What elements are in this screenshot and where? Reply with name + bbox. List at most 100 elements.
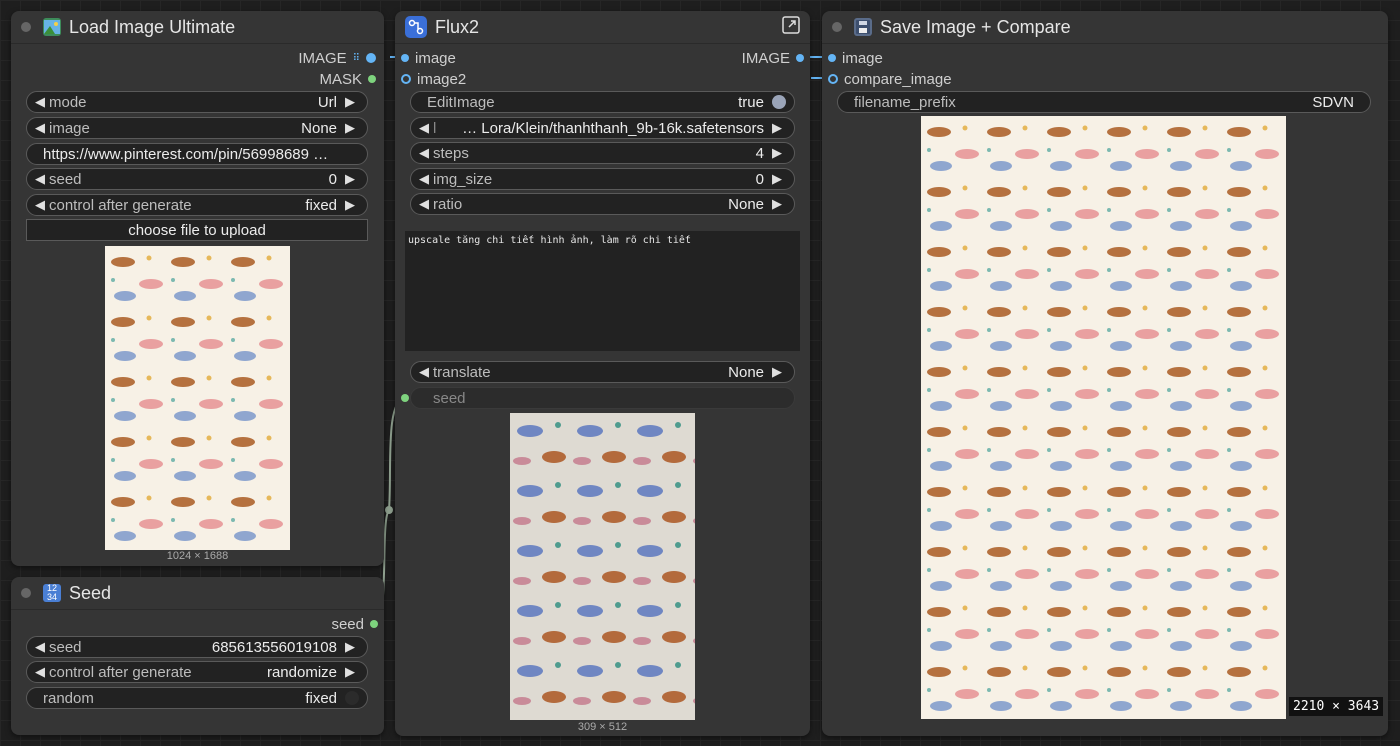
workflow-icon [405,16,427,38]
widget-value: None [728,195,764,213]
right-arrow-icon[interactable]: ▶ [345,197,359,213]
left-arrow-icon[interactable]: ◀ [35,639,49,655]
input-compare-image[interactable]: compare_image [828,69,952,89]
right-arrow-icon[interactable]: ▶ [772,171,786,187]
upload-button[interactable]: choose file to upload [26,219,368,241]
left-arrow-icon[interactable]: ◀ [419,196,433,212]
output-socket[interactable] [368,75,376,83]
node-title-text: Save Image + Compare [880,16,1071,37]
widget-label: mode [49,93,87,111]
left-arrow-icon[interactable]: ◀ [35,120,49,136]
left-arrow-icon[interactable]: ◀ [419,145,433,161]
input-socket[interactable] [401,74,411,84]
preview-caption: 1024 × 1688 [166,550,229,562]
collapse-dot[interactable] [21,588,31,598]
output-socket[interactable] [366,53,376,63]
input-image[interactable]: image [828,48,883,68]
widget-label: seed [433,389,466,407]
load-image-node-title[interactable]: Load Image Ultimate [11,11,384,44]
translate-combo[interactable]: ◀ translate None ▶ [410,361,795,383]
prompt-textarea[interactable]: upscale tăng chi tiết hình ảnh, làm rõ c… [405,231,800,351]
right-arrow-icon[interactable]: ▶ [345,664,359,680]
control-after-generate-combo[interactable]: ◀ control after generate fixed ▶ [26,194,368,216]
widget-label: ratio [433,195,463,213]
widget-value: 685613556019108 [211,638,337,656]
widget-value: 0 [328,170,337,188]
grid-icon: ⠿ [352,52,360,64]
output-label: seed [331,615,364,633]
prompt-text: upscale tăng chi tiết hình ảnh, làm rõ c… [408,235,691,246]
left-arrow-icon[interactable]: ◀ [419,364,433,380]
node-title-text: Seed [69,582,112,603]
output-image-preview [510,413,695,720]
save-node-title[interactable]: Save Image + Compare [822,11,1388,44]
image-size-label: 2210 × 3643 [1289,697,1384,716]
compare-image-preview[interactable] [921,116,1286,719]
seed-input-socket[interactable] [401,394,409,402]
output-mask[interactable]: MASK [319,69,376,89]
left-arrow-icon[interactable]: ◀ [35,171,49,187]
input-socket[interactable] [828,74,838,84]
toggle-on-icon[interactable] [772,95,786,109]
widget-label: control after generate [49,196,192,214]
random-toggle[interactable]: random fixed [26,687,368,709]
widget-label: EditImage [427,93,495,111]
image-combo[interactable]: ◀ image None ▶ [26,117,368,139]
input-image-preview [105,246,290,550]
output-seed[interactable]: seed [331,614,378,634]
output-label: IMAGE [298,49,347,67]
collapse-dot[interactable] [21,22,31,32]
output-socket[interactable] [796,54,804,62]
filename-prefix-input[interactable]: filename_prefix SDVN [837,91,1371,113]
input-socket[interactable] [828,54,836,62]
input-image[interactable]: image [401,48,456,68]
seed-value-number[interactable]: ◀ seed 685613556019108 ▶ [26,636,368,658]
input-label: compare_image [844,70,952,88]
expand-icon[interactable] [782,15,800,39]
save-image-compare-node[interactable]: Save Image + Compare image compare_image… [822,11,1388,736]
left-arrow-icon[interactable]: ◀ [35,664,49,680]
right-arrow-icon[interactable]: ▶ [345,94,359,110]
steps-number[interactable]: ◀ steps 4 ▶ [410,142,795,164]
left-arrow-icon[interactable]: ◀ [35,197,49,213]
right-arrow-icon[interactable]: ▶ [345,120,359,136]
widget-value: None [728,363,764,381]
seed-node[interactable]: 12 34 Seed seed ◀ seed 685613556019108 ▶ … [11,577,384,735]
left-arrow-icon[interactable]: ◀ [35,94,49,110]
load-image-node[interactable]: Load Image Ultimate IMAGE ⠿ MASK ◀ mode … [11,11,384,566]
img-size-number[interactable]: ◀ img_size 0 ▶ [410,168,795,190]
preview-caption: 309 × 512 [577,721,628,733]
edit-image-toggle[interactable]: EditImage true [410,91,795,113]
left-arrow-icon[interactable]: ◀ [419,171,433,187]
floppy-disk-icon [854,18,872,36]
ratio-combo[interactable]: ◀ ratio None ▶ [410,193,795,215]
url-value: https://www.pinterest.com/pin/56998689 … [43,145,329,163]
output-socket[interactable] [370,620,378,628]
right-arrow-icon[interactable]: ▶ [345,171,359,187]
left-arrow-icon[interactable]: ◀ [419,120,433,136]
right-arrow-icon[interactable]: ▶ [772,196,786,212]
seed-input-widget[interactable]: seed [410,387,795,409]
picture-icon [43,18,61,36]
output-image[interactable]: IMAGE [742,48,804,68]
url-input[interactable]: https://www.pinterest.com/pin/56998689 … [26,143,368,165]
output-label: IMAGE [741,49,790,67]
right-arrow-icon[interactable]: ▶ [345,639,359,655]
right-arrow-icon[interactable]: ▶ [772,145,786,161]
node-title-text: Flux2 [435,16,480,37]
toggle-off-icon[interactable] [345,691,359,705]
seed-node-title[interactable]: 12 34 Seed [11,577,384,610]
flux2-node[interactable]: Flux2 image image2 IMAGE EditImage true … [395,11,810,736]
input-image2[interactable]: image2 [401,69,466,89]
widget-value: randomize [266,663,337,681]
collapse-dot[interactable] [832,22,842,32]
seed-control-combo[interactable]: ◀ control after generate randomize ▶ [26,661,368,683]
right-arrow-icon[interactable]: ▶ [772,120,786,136]
input-socket[interactable] [401,54,409,62]
right-arrow-icon[interactable]: ▶ [772,364,786,380]
mode-combo[interactable]: ◀ mode Url ▶ [26,91,368,113]
lora-combo[interactable]: ◀ l … Lora/Klein/thanhthanh_9b-16k.safet… [410,117,795,139]
flux2-node-title[interactable]: Flux2 [395,11,810,44]
output-image[interactable]: IMAGE ⠿ [298,48,376,68]
seed-number[interactable]: ◀ seed 0 ▶ [26,168,368,190]
